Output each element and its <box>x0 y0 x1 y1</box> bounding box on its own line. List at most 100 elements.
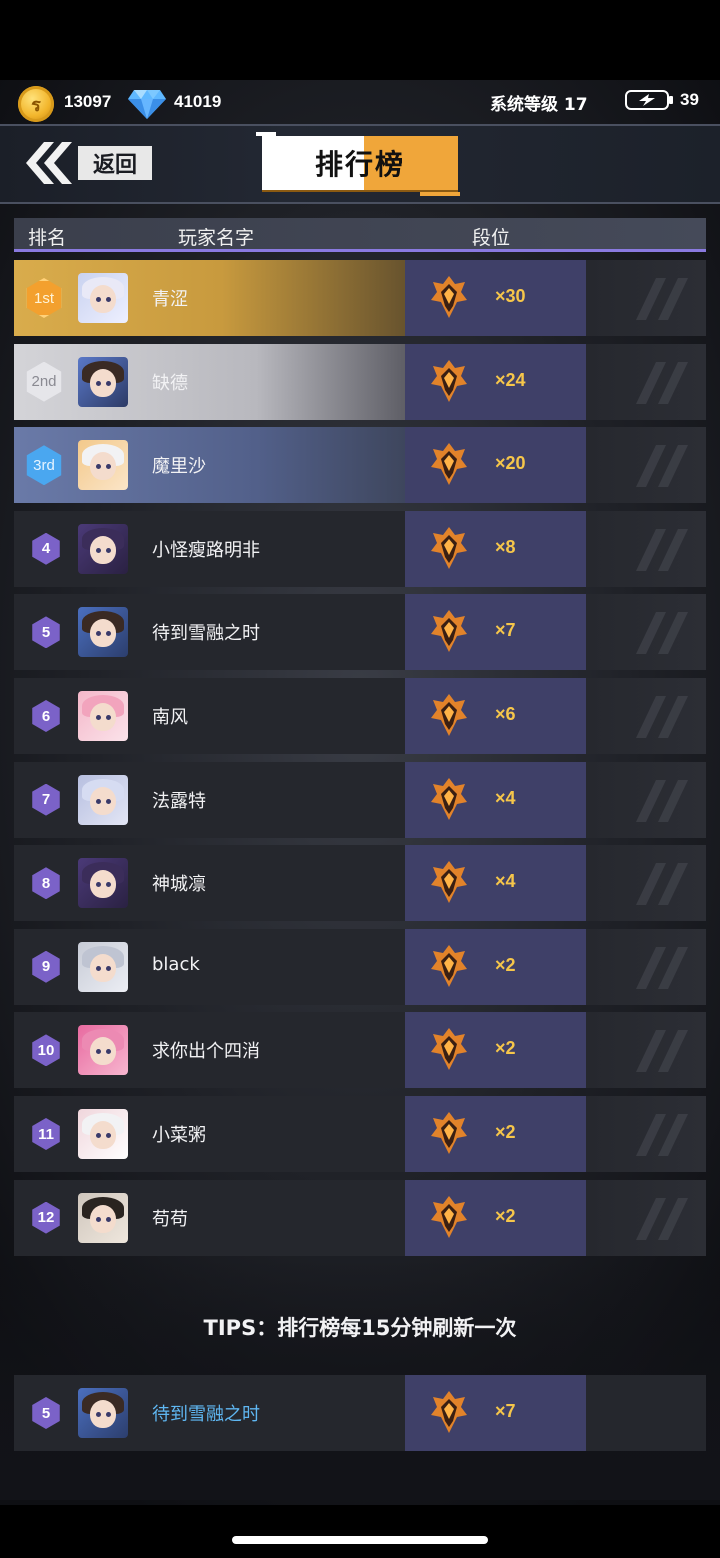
page-title-box: 排行榜 <box>256 132 460 196</box>
tier-count: ×20 <box>495 453 526 474</box>
tier-count: ×7 <box>495 1401 516 1421</box>
gem-count: 41019 <box>174 92 222 111</box>
tier-cell: ×2 <box>405 1012 586 1089</box>
table-row[interactable]: 4 小怪瘦路明非 ×8 <box>14 510 706 587</box>
avatar[interactable] <box>78 858 128 909</box>
tier-cell: ×20 <box>405 427 586 504</box>
back-chevron-icon <box>26 142 72 184</box>
emblem-icon <box>636 1114 688 1156</box>
player-name: 青涩 <box>152 289 188 310</box>
tier-cell: ×30 <box>405 260 586 336</box>
table-row[interactable]: 11 小菜粥 ×2 <box>14 1096 706 1172</box>
emblem-icon <box>636 696 688 738</box>
tier-crest-icon <box>431 276 467 318</box>
tier-count: ×2 <box>495 1122 516 1142</box>
avatar[interactable] <box>78 523 128 574</box>
column-rank: 排名 <box>28 227 67 249</box>
player-name: 法露特 <box>152 790 206 812</box>
row-decoration <box>586 928 706 1005</box>
avatar[interactable] <box>78 691 128 741</box>
rank-badge: 2nd <box>26 361 62 402</box>
rank-badge: 10 <box>32 1034 60 1067</box>
row-decoration <box>586 678 706 754</box>
tier-crest-icon <box>431 1028 467 1071</box>
tier-cell: ×6 <box>405 678 586 754</box>
tier-count: ×6 <box>495 704 516 724</box>
rank-badge: 5 <box>32 1397 60 1429</box>
avatar[interactable] <box>78 440 128 491</box>
table-row[interactable]: 2nd 缺德 ×24 <box>14 343 706 420</box>
table-row[interactable]: 8 神城凛 ×4 <box>14 845 706 922</box>
column-header: 排名 玩家名字 段位 <box>14 218 706 252</box>
tier-cell: ×7 <box>405 594 586 671</box>
energy-count: 39 <box>680 90 699 109</box>
player-name: black <box>152 953 200 975</box>
avatar[interactable] <box>78 273 128 323</box>
tier-count: ×4 <box>495 871 516 892</box>
emblem-icon <box>636 612 688 655</box>
row-decoration <box>586 343 706 420</box>
tier-crest-icon <box>431 694 467 736</box>
tier-count: ×8 <box>495 536 516 557</box>
emblem-icon <box>636 946 688 989</box>
tips-text: TIPS：排行榜每15分钟刷新一次 <box>203 1316 517 1340</box>
avatar[interactable] <box>78 941 128 992</box>
avatar[interactable] <box>78 356 128 407</box>
rank-badge: 5 <box>32 616 60 649</box>
rank-badge: 11 <box>32 1118 60 1150</box>
rank-badge: 7 <box>32 783 60 816</box>
row-decoration <box>586 845 706 922</box>
table-row[interactable]: 12 苟苟 ×2 <box>14 1179 706 1256</box>
avatar[interactable] <box>78 1388 128 1438</box>
rank-badge: 1st <box>26 278 62 318</box>
tier-cell: ×2 <box>405 928 586 1005</box>
emblem-icon <box>636 528 688 571</box>
player-name: 缺德 <box>152 372 188 394</box>
table-row[interactable]: 3rd 魔里沙 ×20 <box>14 427 706 504</box>
tier-crest-icon <box>431 526 467 569</box>
avatar[interactable] <box>78 774 128 825</box>
rank-badge: 4 <box>32 532 60 565</box>
tier-count: ×24 <box>495 369 526 390</box>
rank-badge: 8 <box>32 867 60 900</box>
page-title: 排行榜 <box>314 148 405 181</box>
tier-cell: ×4 <box>405 761 586 838</box>
table-row[interactable]: 6 南风 ×6 <box>14 678 706 754</box>
tier-count: ×2 <box>495 954 516 975</box>
avatar[interactable] <box>78 1109 128 1159</box>
player-name: 小菜粥 <box>152 1125 206 1146</box>
tier-count: ×2 <box>495 1038 516 1059</box>
table-row[interactable]: 5 待到雪融之时 ×7 <box>14 594 706 671</box>
table-row[interactable]: 1st 青涩 ×30 <box>14 260 706 336</box>
tier-crest-icon <box>431 359 467 402</box>
rank-badge: 9 <box>32 950 60 983</box>
player-name: 魔里沙 <box>152 456 206 478</box>
table-row[interactable]: 10 求你出个四消 ×2 <box>14 1012 706 1089</box>
row-decoration <box>586 594 706 671</box>
tier-cell: ×2 <box>405 1179 586 1256</box>
player-name: 南风 <box>152 707 188 728</box>
back-button[interactable]: 返回 <box>22 138 152 188</box>
tier-crest-icon <box>431 1391 467 1433</box>
player-name: 待到雪融之时 <box>152 1404 260 1425</box>
bottom-area <box>0 1505 720 1558</box>
ranking-list[interactable]: 1st 青涩 ×30 2nd 缺德 ×24 3rd 魔里沙 ×20 4 小怪瘦路明非 ×8 5 待到雪融之… <box>14 260 706 1284</box>
tier-cell: ×8 <box>405 510 586 587</box>
avatar[interactable] <box>78 607 128 658</box>
player-name: 神城凛 <box>152 874 206 896</box>
table-row[interactable]: 7 法露特 ×4 <box>14 761 706 838</box>
row-decoration <box>586 260 706 336</box>
row-decoration <box>586 761 706 838</box>
avatar[interactable] <box>78 1025 128 1076</box>
self-rank-row[interactable]: 5 待到雪融之时 ×7 <box>14 1375 706 1451</box>
avatar[interactable] <box>78 1192 128 1243</box>
player-name: 求你出个四消 <box>152 1041 260 1063</box>
column-tier: 段位 <box>472 227 511 249</box>
emblem-icon <box>636 278 688 320</box>
table-row[interactable]: 9 black ×2 <box>14 928 706 1005</box>
tier-cell: ×2 <box>405 1096 586 1172</box>
rank-badge: 6 <box>32 700 60 732</box>
home-indicator[interactable] <box>232 1536 488 1544</box>
tier-cell: ×7 <box>405 1375 586 1451</box>
back-label: 返回 <box>78 146 152 180</box>
